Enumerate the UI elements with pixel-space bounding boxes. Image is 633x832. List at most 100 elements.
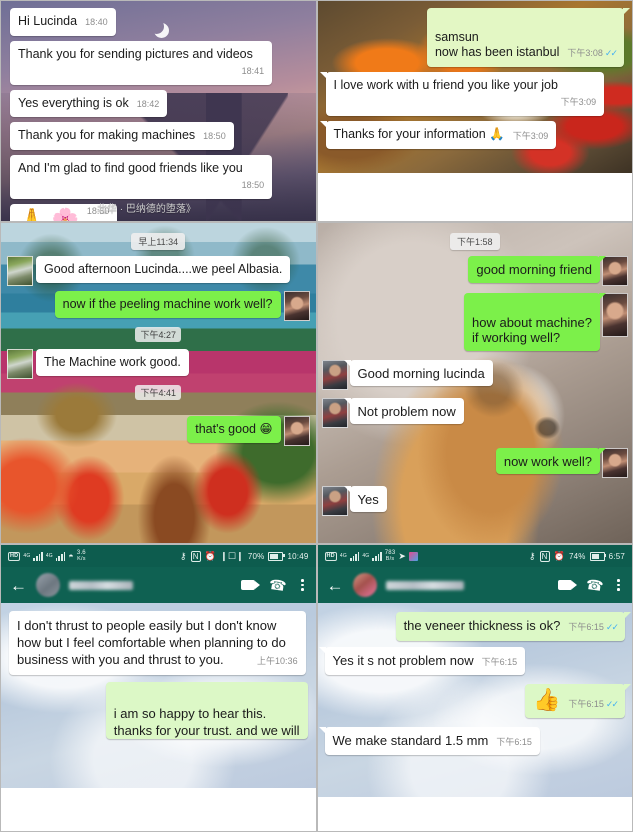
app-bar-actions: ☎ <box>557 576 620 594</box>
avatar-thumbnail[interactable] <box>283 291 310 321</box>
message-row[interactable]: Not problem now <box>321 397 629 428</box>
panel-middle-right: 下午1:58 good morning friend how about mac… <box>316 222 633 544</box>
chat-screenshot-5: HD 4G 4G ◓ 3.6 K/s ⚷ N ⏰ ❙☐❙ 70% 10:49 ←… <box>1 545 316 788</box>
signal-bars-sim2-icon <box>372 551 382 561</box>
chat-app-bar: ← ☎ <box>317 567 632 603</box>
avatar-thumbnail[interactable] <box>7 256 33 286</box>
contact-name[interactable] <box>69 580 133 590</box>
message-time: 下午4:27 <box>135 327 182 342</box>
message-row[interactable]: Hi Lucinda 18:40 <box>10 8 307 36</box>
chat-bubble-incoming[interactable]: Good afternoon Lucinda....we peel Albasi… <box>36 256 291 283</box>
message-list-3: 早上11:34 Good afternoon Lucinda....we pee… <box>1 223 316 457</box>
message-row[interactable]: We make standard 1.5 mm 下午6:15 <box>318 726 626 755</box>
message-row[interactable]: I love work with u friend you like your … <box>319 71 625 116</box>
chat-bubble-outgoing[interactable]: 👍 下午6:15 ✓✓ <box>524 684 632 718</box>
chat-bubble-incoming[interactable]: I love work with u friend you like your … <box>319 71 605 116</box>
message-row[interactable]: that's good 😁 <box>7 416 310 446</box>
message-row[interactable]: samsun now has been istanbul 下午3:08 ✓✓ <box>326 8 631 67</box>
message-row[interactable]: Thank you for sending pictures and video… <box>10 40 307 85</box>
chat-bubble-outgoing[interactable]: i am so happy to hear this. thanks for y… <box>105 682 308 739</box>
avatar-thumbnail[interactable] <box>283 416 310 446</box>
chat-bubble-outgoing[interactable]: the veneer thickness is ok? 下午6:15 ✓✓ <box>395 612 632 641</box>
status-right-icons: ⚷ N ⏰ 74% 6:57 <box>528 550 625 562</box>
chat-bubble-outgoing[interactable]: now if the peeling machine work well? <box>54 291 281 318</box>
signal-bars-sim1-icon <box>349 551 360 561</box>
message-row[interactable]: Yes everything is ok 18:42 <box>10 89 307 117</box>
chat-bubble-incoming[interactable]: Thank you for sending pictures and video… <box>10 40 273 85</box>
status-left-icons: HD 4G 4G 783 B/s ➤ <box>324 550 419 562</box>
android-status-bar: HD 4G 4G ◓ 3.6 K/s ⚷ N ⏰ ❙☐❙ 70% 10:49 <box>1 545 316 567</box>
message-row[interactable]: Good afternoon Lucinda....we peel Albasi… <box>7 256 310 286</box>
cursor-icon: ➤ <box>398 550 407 561</box>
message-row[interactable]: Thanks for your information 🙏 下午3:09 <box>319 120 625 149</box>
voice-call-icon[interactable]: ☎ <box>585 576 605 594</box>
message-time: 18:50 <box>241 180 265 190</box>
screenshot-collage: Hi Lucinda 18:40 Thank you for sending pi… <box>0 0 633 832</box>
hd-icon: HD <box>8 551 21 561</box>
chat-bubble-incoming[interactable]: Not problem now <box>343 397 464 424</box>
message-row[interactable]: 👍 下午6:15 ✓✓ <box>325 684 632 718</box>
chat-bubble-incoming[interactable]: Hi Lucinda 18:40 <box>10 8 116 36</box>
back-icon[interactable]: ← <box>327 577 344 594</box>
date-divider: 早上11:34 <box>7 233 310 250</box>
contact-name[interactable] <box>385 580 464 590</box>
chat-bubble-incoming[interactable]: Thanks for your information 🙏 下午3:09 <box>319 120 557 149</box>
status-left-icons: HD 4G 4G ◓ 3.6 K/s <box>8 550 86 562</box>
message-row[interactable]: Yes <box>321 485 629 516</box>
date-divider: 下午1:58 <box>322 233 629 250</box>
emoji-content: 👍 <box>532 687 561 712</box>
message-row[interactable]: And I'm glad to find good friends like y… <box>10 154 307 199</box>
message-row[interactable]: the veneer thickness is ok? 下午6:15 ✓✓ <box>325 612 632 641</box>
back-icon[interactable]: ← <box>10 577 27 594</box>
chat-bubble-incoming[interactable]: The Machine work good. <box>36 349 189 376</box>
message-row[interactable]: I don't thrust to people easily but I do… <box>9 611 308 675</box>
message-row[interactable]: Yes it s not problem now 下午6:15 <box>318 646 626 675</box>
video-call-icon[interactable] <box>241 580 261 590</box>
battery-icon <box>589 551 607 561</box>
message-row-partial-top[interactable] <box>325 603 626 608</box>
emoji-content: 🙏 🌸 <box>18 206 79 221</box>
voice-call-icon[interactable]: ☎ <box>268 576 288 594</box>
message-text: Thanks for your information 🙏 <box>333 126 505 141</box>
video-call-icon[interactable] <box>557 580 577 590</box>
contact-avatar[interactable] <box>36 573 60 597</box>
chat-bubble-outgoing[interactable]: how about machine? if working well? <box>464 293 606 351</box>
chat-bubble-incoming[interactable]: We make standard 1.5 mm 下午6:15 <box>318 726 540 755</box>
message-text: Hi Lucinda <box>18 14 78 28</box>
message-row[interactable]: how about machine? if working well? <box>322 293 628 351</box>
message-row[interactable]: now work well? <box>322 447 628 478</box>
message-text: Thank you for sending pictures and video… <box>18 46 253 61</box>
contact-avatar[interactable] <box>352 573 377 597</box>
chat-bubble-incoming[interactable]: I don't thrust to people easily but I do… <box>9 611 306 675</box>
chat-bubble-incoming[interactable]: Yes it s not problem now 下午6:15 <box>318 646 526 675</box>
overflow-menu-icon[interactable] <box>617 579 620 591</box>
vibrate-icon: ❙☐❙ <box>220 550 244 561</box>
overflow-menu-icon[interactable] <box>300 579 304 591</box>
chat-bubble-incoming[interactable]: Thank you for making machines 18:50 <box>10 122 234 150</box>
network-speed: 783 B/s <box>384 550 396 562</box>
chat-app-bar: ← ☎ <box>1 567 316 603</box>
message-row-partial-bottom[interactable]: i am so happy to hear this. thanks for y… <box>9 682 308 739</box>
message-row-partial-top[interactable] <box>9 603 308 608</box>
message-row[interactable]: Thank you for making machines 18:50 <box>10 122 307 150</box>
message-text: Yes everything is ok <box>18 95 129 110</box>
avatar-thumbnail[interactable] <box>7 349 33 379</box>
chat-bubble-incoming[interactable]: Good morning lucinda <box>343 359 493 386</box>
chat-bubble-incoming[interactable]: Yes everything is ok 18:42 <box>10 89 168 117</box>
message-row[interactable]: good morning friend <box>322 256 628 286</box>
chat-bubble-incoming[interactable]: And I'm glad to find good friends like y… <box>10 154 273 199</box>
chat-bubble-outgoing[interactable]: now work well? <box>495 447 607 474</box>
message-time: 下午6:15 ✓✓ <box>568 697 619 713</box>
chat-bubble-outgoing[interactable]: that's good 😁 <box>187 416 281 443</box>
battery-percent: 70% <box>247 551 265 561</box>
message-list-6: the veneer thickness is ok? 下午6:15 ✓✓ Yes… <box>318 603 633 755</box>
chat-bubble-outgoing[interactable]: good morning friend <box>468 256 606 283</box>
chat-bubble-outgoing[interactable]: samsun now has been istanbul 下午3:08 ✓✓ <box>426 8 631 67</box>
message-text: the veneer thickness is ok? <box>403 618 561 633</box>
chat-bubble-incoming[interactable]: Yes <box>343 485 387 512</box>
message-row[interactable]: The Machine work good. <box>7 349 310 379</box>
message-row[interactable]: Good morning lucinda <box>321 359 629 390</box>
alarm-icon: ⏰ <box>204 550 217 561</box>
message-row[interactable]: now if the peeling machine work well? <box>7 291 310 321</box>
key-icon: ⚷ <box>528 550 536 561</box>
